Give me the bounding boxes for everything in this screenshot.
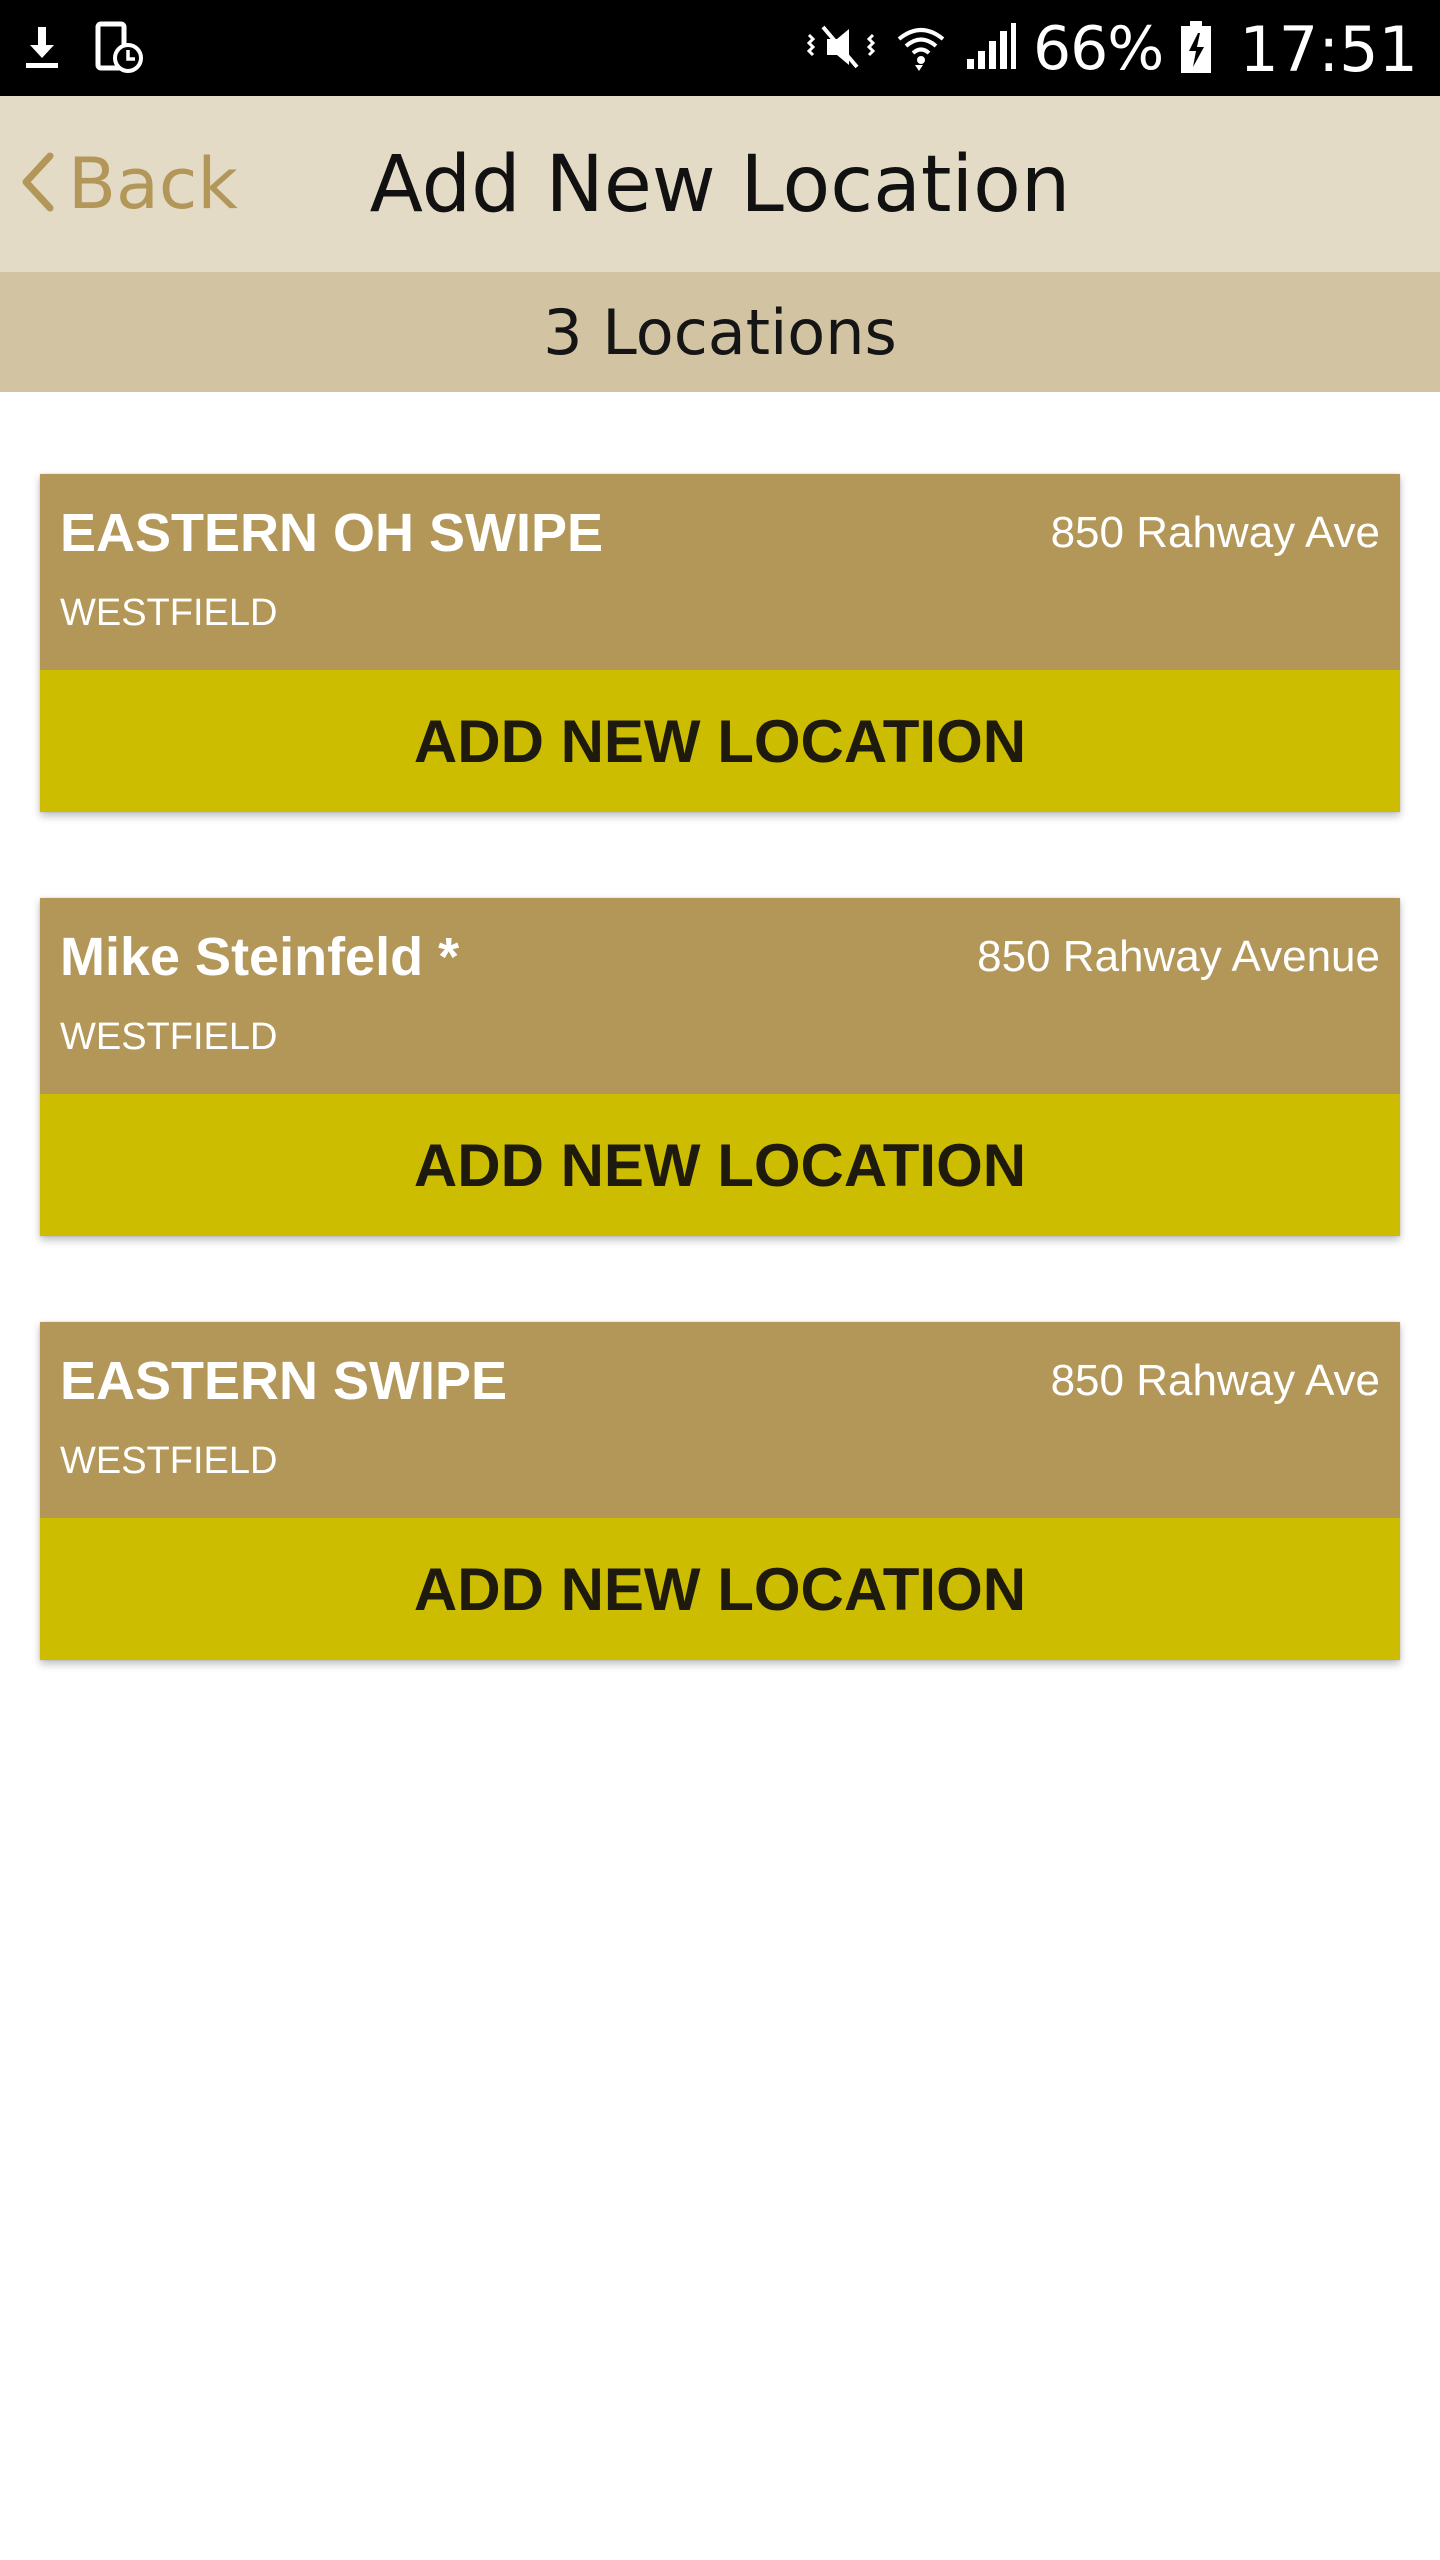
signal-icon — [963, 21, 1017, 78]
device-alarm-icon — [94, 20, 144, 79]
add-new-location-button[interactable]: ADD NEW LOCATION — [40, 1518, 1400, 1660]
wifi-icon — [895, 21, 947, 78]
location-name: Mike Steinfeld * — [60, 927, 460, 987]
page-title: Add New Location — [369, 140, 1071, 230]
location-card: EASTERN SWIPE 850 Rahway Ave WESTFIELD A… — [40, 1322, 1400, 1660]
status-right-icons: 66% 17:51 — [803, 12, 1418, 86]
mute-vibrate-icon — [803, 21, 879, 78]
battery-percent: 66% — [1032, 14, 1164, 84]
location-count-bar: 3 Locations — [0, 272, 1440, 392]
location-address: 850 Rahway Ave — [1050, 1356, 1380, 1405]
location-city: WESTFIELD — [60, 1440, 278, 1482]
add-new-location-label: ADD NEW LOCATION — [413, 1555, 1027, 1623]
add-new-location-label: ADD NEW LOCATION — [413, 707, 1027, 775]
location-card: EASTERN OH SWIPE 850 Rahway Ave WESTFIEL… — [40, 474, 1400, 812]
status-time: 17:51 — [1239, 12, 1418, 86]
download-icon — [22, 23, 62, 76]
add-new-location-button[interactable]: ADD NEW LOCATION — [40, 670, 1400, 812]
location-card-info[interactable]: EASTERN OH SWIPE 850 Rahway Ave WESTFIEL… — [40, 474, 1400, 670]
status-bar: 66% 17:51 — [0, 0, 1440, 96]
battery-charging-icon — [1179, 19, 1213, 80]
add-new-location-button[interactable]: ADD NEW LOCATION — [40, 1094, 1400, 1236]
location-address: 850 Rahway Ave — [1050, 508, 1380, 557]
status-left-icons — [22, 20, 144, 79]
location-address: 850 Rahway Avenue — [977, 932, 1380, 981]
app-header: Back Add New Location — [0, 96, 1440, 272]
location-city: WESTFIELD — [60, 1016, 278, 1058]
location-name: EASTERN OH SWIPE — [60, 503, 604, 563]
location-name: EASTERN SWIPE — [60, 1351, 508, 1411]
location-card-info[interactable]: Mike Steinfeld * 850 Rahway Avenue WESTF… — [40, 898, 1400, 1094]
location-card-info[interactable]: EASTERN SWIPE 850 Rahway Ave WESTFIELD — [40, 1322, 1400, 1518]
add-new-location-label: ADD NEW LOCATION — [413, 1131, 1027, 1199]
location-city: WESTFIELD — [60, 592, 278, 634]
location-count: 3 Locations — [543, 295, 897, 369]
location-card: Mike Steinfeld * 850 Rahway Avenue WESTF… — [40, 898, 1400, 1236]
